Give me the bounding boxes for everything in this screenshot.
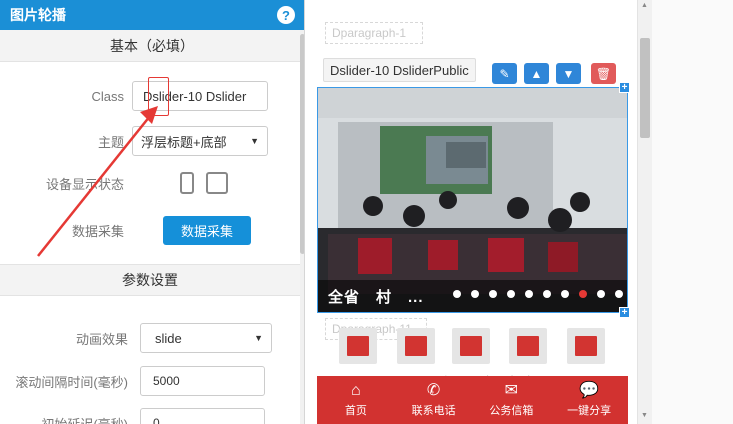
canvas-margin: [652, 0, 733, 424]
component-tooltip: Dslider-10 DsliderPublic: [323, 58, 476, 82]
move-up-icon[interactable]: ▲: [524, 63, 549, 84]
preview-scrollbar[interactable]: ▲ ▼: [637, 0, 652, 424]
delay-label: 初始延迟(毫秒): [41, 416, 128, 424]
resize-handle-top[interactable]: +: [619, 82, 630, 93]
scroll-up-icon[interactable]: ▲: [641, 2, 648, 9]
section-params: 参数设置: [0, 264, 300, 296]
bottom-nav-item[interactable]: 💬 一键分享: [550, 376, 628, 424]
share-icon: 💬: [579, 381, 600, 399]
slide-dot[interactable]: [507, 290, 515, 298]
mail-icon: ✉: [504, 381, 519, 399]
panel-header: 图片轮播 ?: [0, 0, 304, 30]
slide-dot[interactable]: [525, 290, 533, 298]
editor-root: 图片轮播 ? 基本（必填） Class Dslider-10 Dslider 主…: [0, 0, 733, 424]
interval-row: 滚动间隔时间(毫秒) 5000: [0, 366, 300, 396]
move-down-icon[interactable]: ▼: [556, 63, 581, 84]
slide-dot[interactable]: [597, 290, 605, 298]
slide-caption: 全省 村 ...: [318, 280, 627, 312]
phone-icon: ✆: [426, 381, 441, 399]
annotation-highlight-box: [148, 77, 169, 116]
slide-dots: [453, 290, 623, 298]
list-icon[interactable]: [339, 328, 377, 364]
bottom-nav-label: 一键分享: [567, 404, 612, 417]
slide-dot[interactable]: [489, 290, 497, 298]
bottom-nav-item[interactable]: ⌂ 首页: [317, 376, 395, 424]
interval-input[interactable]: 5000: [140, 366, 265, 396]
building-icon[interactable]: [509, 328, 547, 364]
preview-scrollbar-thumb[interactable]: [640, 38, 650, 138]
device-label: 设备显示状态: [45, 176, 124, 192]
collect-label: 数据采集: [71, 224, 124, 239]
chevron-down-icon: ▼: [250, 136, 259, 146]
class-label: Class: [91, 88, 124, 104]
section-basic: 基本（必填）: [0, 30, 304, 62]
puzzle-icon[interactable]: [452, 328, 490, 364]
animation-label: 动画效果: [75, 331, 128, 347]
collect-row: 数据采集 数据采集: [0, 216, 300, 245]
dparagraph-1[interactable]: Dparagraph-1: [325, 22, 423, 44]
animation-select[interactable]: slide ▼: [140, 323, 272, 353]
device-row: 设备显示状态: [0, 172, 300, 194]
image-slider[interactable]: 全省 村 ...: [317, 87, 628, 313]
theme-select-value: 浮层标题+底部: [141, 134, 227, 150]
animation-row: 动画效果 slide ▼: [0, 323, 300, 353]
delete-icon[interactable]: 🗑: [591, 63, 616, 84]
slide-dot[interactable]: [471, 290, 479, 298]
slide-dot[interactable]: [579, 290, 587, 298]
bottom-nav: ⌂ 首页 ✆ 联系电话 ✉ 公务信箱 💬 一键分享: [317, 376, 628, 424]
edit-icon[interactable]: ✎: [492, 63, 517, 84]
theme-row: 主题 浮层标题+底部 ▼: [0, 126, 300, 156]
bottom-nav-label: 首页: [344, 404, 367, 417]
resize-handle-bottom[interactable]: +: [619, 307, 630, 318]
phone-device-icon[interactable]: [180, 172, 194, 194]
tablet-device-icon[interactable]: [206, 172, 228, 194]
chevron-down-icon: ▼: [254, 333, 263, 343]
bottom-nav-label: 公务信箱: [489, 404, 534, 417]
animation-select-value: slide: [155, 330, 182, 346]
bottom-nav-item[interactable]: ✆ 联系电话: [395, 376, 473, 424]
slide-dot[interactable]: [543, 290, 551, 298]
home-icon: ⌂: [351, 381, 361, 399]
interval-label: 滚动间隔时间(毫秒): [15, 374, 128, 390]
data-collect-button[interactable]: 数据采集: [163, 216, 251, 245]
slide-caption-text: 全省 村 ...: [328, 288, 424, 306]
bottom-nav-label: 联系电话: [411, 404, 456, 417]
theme-select[interactable]: 浮层标题+底部 ▼: [132, 126, 268, 156]
delay-input[interactable]: 0: [140, 408, 265, 424]
preview-canvas: Dparagraph-1 Dslider-10 DsliderPublic ✎ …: [305, 0, 637, 424]
help-icon[interactable]: ?: [277, 6, 295, 24]
settings-panel: 图片轮播 ? 基本（必填） Class Dslider-10 Dslider 主…: [0, 0, 305, 424]
bottom-nav-item[interactable]: ✉ 公务信箱: [473, 376, 551, 424]
scroll-down-icon[interactable]: ▼: [641, 412, 648, 419]
government-icon[interactable]: [567, 328, 605, 364]
sliders-icon[interactable]: [397, 328, 435, 364]
slide-dot[interactable]: [615, 290, 623, 298]
delay-row: 初始延迟(毫秒) 0: [0, 408, 300, 424]
slide-dot[interactable]: [453, 290, 461, 298]
theme-label: 主题: [97, 134, 124, 150]
slide-dot[interactable]: [561, 290, 569, 298]
panel-title: 图片轮播: [10, 7, 66, 23]
